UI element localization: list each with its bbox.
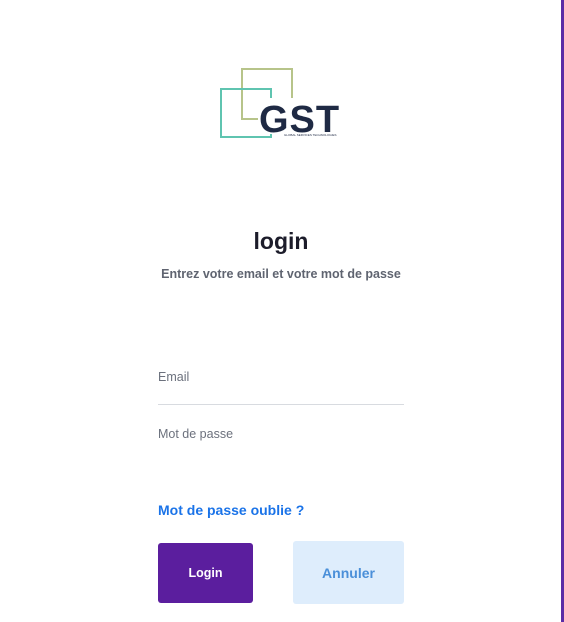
email-field: [158, 368, 404, 405]
page-title: login: [253, 228, 309, 254]
cancel-button[interactable]: Annuler: [293, 541, 404, 604]
email-input[interactable]: [158, 368, 404, 386]
password-input[interactable]: [158, 425, 404, 443]
forgot-password-link[interactable]: Mot de passe oublie ?: [158, 502, 304, 518]
login-button[interactable]: Login: [158, 543, 253, 603]
gst-logo-tagline: GLOBAL SERVICES TECHNOLOGIES: [284, 133, 336, 137]
gst-logo: GST GLOBAL SERVICES TECHNOLOGIES: [218, 66, 346, 140]
page-subtitle: Entrez votre email et votre mot de passe: [161, 267, 401, 281]
password-field: [158, 425, 404, 461]
gst-logo-graphic: GST GLOBAL SERVICES TECHNOLOGIES: [220, 68, 344, 140]
